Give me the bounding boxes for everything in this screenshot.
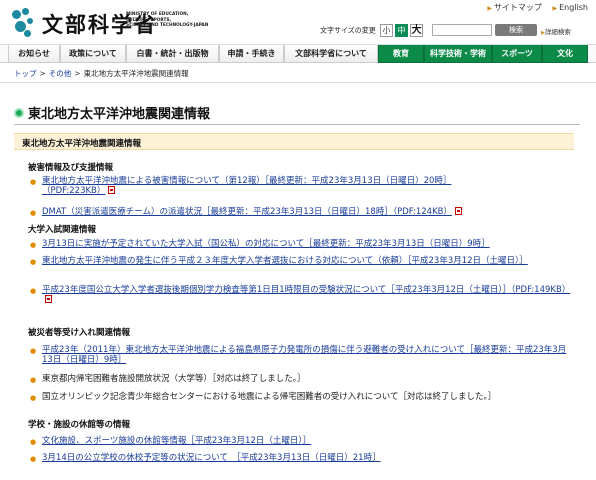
pdf-icon [454,207,462,215]
list-item: ● DMAT（災害派遣医療チーム）の派遣状況［最終更新：平成23年3月13日（日… [30,207,575,217]
arrow-icon: ▶ [487,5,492,12]
advanced-search-link[interactable]: ▶詳細検索 [541,26,571,36]
utility-links: ▶ サイトマップ ▶ English [479,2,588,13]
group-heading-evacuees: 被災者等受け入れ関連情報 [28,328,131,338]
school-closure-link[interactable]: 3月14日の公立学校の休校予定等の状況について ［平成23年3月13日（日曜日）… [42,453,381,463]
fukushima-evacuees-link[interactable]: 平成23年（2011年）東北地方太平洋沖地震による福島県原子力発電所の損傷に伴う… [42,345,566,365]
sitemap-link[interactable]: サイトマップ [494,3,542,12]
arrow-icon: ▶ [552,5,558,12]
list-item: ● 東北地方太平洋沖地震による被害情報について（第12報）［最終更新：平成23年… [30,176,575,196]
logo-text-en: MINISTRY OF EDUCATION, CULTURE, SPORTS, … [126,12,209,29]
breadcrumb-top[interactable]: トップ [14,69,37,78]
breadcrumb-other[interactable]: その他 [49,69,72,78]
page-title: 東北地方太平洋沖地震関連情報 [14,103,210,122]
logo-mark-icon [10,6,38,40]
list-item: ● 東京都内帰宅困難者施設開放状況（大学等）［対応は終了しました。］ [30,374,575,384]
group-heading-admissions: 大学入試関連情報 [28,225,97,235]
list-item: ● 東北地方太平洋沖地震の発生に伴う平成２３年度大学入学者選抜における対応につい… [30,256,575,266]
nav-science[interactable]: 科学技術・学術 [424,45,492,63]
exam-attendance-link[interactable]: 平成23年度国公立大学入学者選抜後期個別学力検査等第1日目1時限目の受験状況につ… [42,285,570,295]
font-size-small-button[interactable]: 小 [380,24,394,37]
damage-report-pdf-link[interactable]: （PDF:223KB） [42,186,105,196]
mext-logo[interactable]: 文部科学省 MINISTRY OF EDUCATION, CULTURE, SP… [10,6,208,40]
nav-about[interactable]: 文部科学省について [284,45,378,63]
list-item: ● 3月14日の公立学校の休校予定等の状況について ［平成23年3月13日（日曜… [30,453,575,463]
font-size-label: 文字サイズの変更 [320,26,376,35]
bullet-icon: ● [30,241,37,249]
olympic-center-text: 国立オリンピック記念青少年総合センターにおける地震による帰宅困難者の受け入れにつ… [42,392,497,402]
nav-whitepaper[interactable]: 白書・統計・出版物 [126,45,219,63]
pdf-icon [45,295,52,303]
list-item: ● 3月13日に実施が予定されていた大学入試（国公私）の対応について［最終更新：… [30,239,575,249]
global-nav: お知らせ 政策について 白書・統計・出版物 申請・手続き 文部科学省について 教… [0,44,596,63]
bullet-icon: ● [30,178,37,186]
list-item: ● 平成23年（2011年）東北地方太平洋沖地震による福島県原子力発電所の損傷に… [30,345,575,365]
bullet-icon: ● [30,258,37,266]
dmat-link[interactable]: DMAT（災害派遣医療チーム）の派遣状況［最終更新：平成23年3月13日（日曜日… [42,207,452,217]
nav-applications[interactable]: 申請・手続き [219,45,284,63]
search-input[interactable] [432,24,492,36]
list-item: ● 国立オリンピック記念青少年総合センターにおける地震による帰宅困難者の受け入れ… [30,392,575,402]
list-item: ● 文化施設、スポーツ施設の休館等情報［平成23年3月12日（土曜日）］ [30,436,575,446]
nav-sports[interactable]: スポーツ [492,45,542,63]
divider [0,82,596,83]
bullet-icon: ● [30,438,37,446]
divider [14,124,580,125]
exam-0313-link[interactable]: 3月13日に実施が予定されていた大学入試（国公私）の対応について［最終更新：平成… [42,239,490,249]
breadcrumb-current: 東北地方太平洋沖地震関連情報 [83,69,189,78]
bullet-icon: ● [30,209,37,217]
group-heading-damage: 被害情報及び支援情報 [28,163,114,173]
list-item: ● 平成23年度国公立大学入学者選抜後期個別学力検査等第1日目1時限目の受験状況… [30,285,575,305]
section-header: 東北地方太平洋沖地震関連情報 [14,133,574,150]
nav-news[interactable]: お知らせ [8,45,60,63]
site-header: 文部科学省 MINISTRY OF EDUCATION, CULTURE, SP… [0,0,596,44]
bullet-icon: ● [30,287,37,295]
bullet-icon: ● [30,455,37,463]
facility-closure-link[interactable]: 文化施設、スポーツ施設の休館等情報［平成23年3月12日（土曜日）］ [42,436,311,446]
font-size-switcher: 文字サイズの変更 小中大 [320,24,424,37]
damage-report-link[interactable]: 東北地方太平洋沖地震による被害情報について（第12報）［最終更新：平成23年3月… [42,176,451,186]
font-size-large-button[interactable]: 大 [410,24,424,37]
tokyo-facilities-text: 東京都内帰宅困難者施設開放状況（大学等）［対応は終了しました。］ [42,374,306,384]
pdf-icon [108,186,116,194]
search-button[interactable]: 検索 [495,24,537,36]
nav-culture[interactable]: 文化 [542,45,588,63]
bullet-icon: ● [30,347,37,355]
admission-response-link[interactable]: 東北地方太平洋沖地震の発生に伴う平成２３年度大学入学者選抜における対応について（… [42,256,528,266]
bullet-icon: ● [30,394,37,402]
title-bullet-icon [14,107,24,118]
english-link[interactable]: English [559,3,588,12]
group-heading-closures: 学校・施設の休館等の情報 [28,420,131,430]
nav-policy[interactable]: 政策について [60,45,126,63]
nav-education[interactable]: 教育 [378,45,424,63]
breadcrumb: トップ > その他 > 東北地方太平洋沖地震関連情報 [14,69,189,78]
font-size-medium-button[interactable]: 中 [395,24,409,37]
bullet-icon: ● [30,376,37,384]
